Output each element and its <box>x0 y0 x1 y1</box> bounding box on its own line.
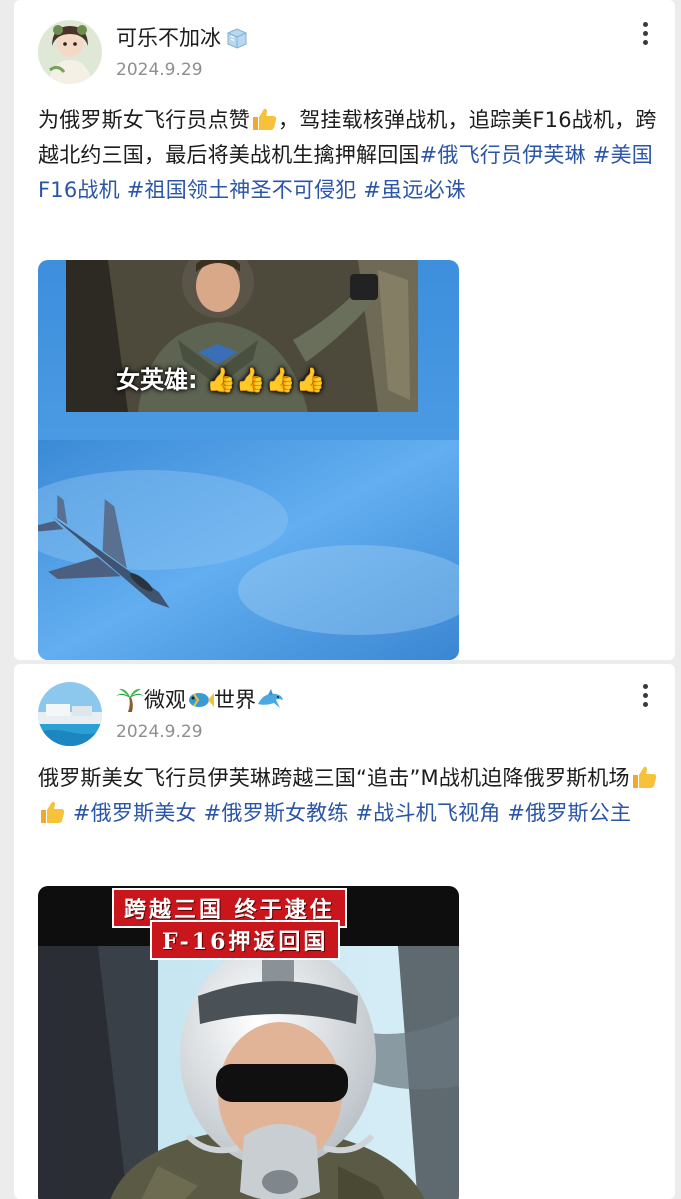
caption-text: 女英雄: <box>116 366 198 394</box>
hashtag-link[interactable]: #虽远必诛 <box>363 178 466 202</box>
username[interactable]: 可乐不加冰 <box>116 25 249 51</box>
hashtag-link[interactable]: #战斗机飞视角 <box>355 801 500 825</box>
post-date: 2024.9.29 <box>116 60 203 80</box>
thumbs-up-icon <box>630 764 658 790</box>
hashtag-link[interactable]: #俄罗斯美女 <box>73 801 197 825</box>
post-text: 俄罗斯美女飞行员伊芙琳跨越三国“追击”M战机迫降俄罗斯机场 #俄罗斯美女 #俄罗… <box>38 761 658 831</box>
post-text: 为俄罗斯女飞行员点赞 ，驾挂载核弹战机，追踪美F16战机，跨越北约三国，最后将美… <box>38 103 658 208</box>
hashtag-link[interactable]: #俄罗斯公主 <box>507 801 631 825</box>
post-date: 2024.9.29 <box>116 722 203 742</box>
avatar[interactable] <box>38 682 102 746</box>
username-text[interactable]: 可乐不加冰 <box>116 26 221 50</box>
hashtag-link[interactable]: #俄罗斯女教练 <box>204 801 349 825</box>
username-text[interactable]: 微观 <box>144 688 186 712</box>
avatar[interactable] <box>38 20 102 84</box>
feed: 可乐不加冰 2024.9.29 为俄罗斯女飞行员点赞 ，驾挂载核弹战机，追踪美F… <box>0 0 681 1199</box>
ice-cube-icon <box>225 27 249 49</box>
thumbs-up-icon <box>38 799 66 825</box>
hashtag-link[interactable]: #祖国领土神圣不可侵犯 <box>127 178 357 202</box>
post-card[interactable]: 可乐不加冰 2024.9.29 为俄罗斯女飞行员点赞 ，驾挂载核弹战机，追踪美F… <box>14 0 675 660</box>
post-image[interactable]: 女英雄: 👍👍👍👍 <box>38 260 459 660</box>
palm-tree-icon <box>116 688 144 712</box>
thumbs-up-icon <box>250 106 278 132</box>
fish-icon <box>186 688 214 712</box>
username-text[interactable]: 世界 <box>214 688 256 712</box>
post-text-part: 为俄罗斯女飞行员点赞 <box>38 108 250 132</box>
post-card[interactable]: 微观 世界 2024.9.29 俄罗斯美女飞行员伊芙琳跨越三国“追击”M战机迫降… <box>14 664 675 1199</box>
username[interactable]: 微观 世界 <box>116 687 284 713</box>
image-banner: F-16押返回国 <box>150 920 341 960</box>
post-text-part: 俄罗斯美女飞行员伊芙琳跨越三国“追击”M战机迫降俄罗斯机场 <box>38 766 630 790</box>
thumbs-up-icon: 👍👍👍👍 <box>205 366 326 394</box>
more-options-icon[interactable] <box>641 684 649 710</box>
post-image[interactable]: 跨越三国 终于逮住 F-16押返回国 <box>38 886 459 1199</box>
hashtag-link[interactable]: #俄飞行员伊芙琳 <box>420 143 586 167</box>
dolphin-icon <box>256 688 284 712</box>
more-options-icon[interactable] <box>641 22 649 48</box>
image-caption: 女英雄: 👍👍👍👍 <box>116 360 326 395</box>
